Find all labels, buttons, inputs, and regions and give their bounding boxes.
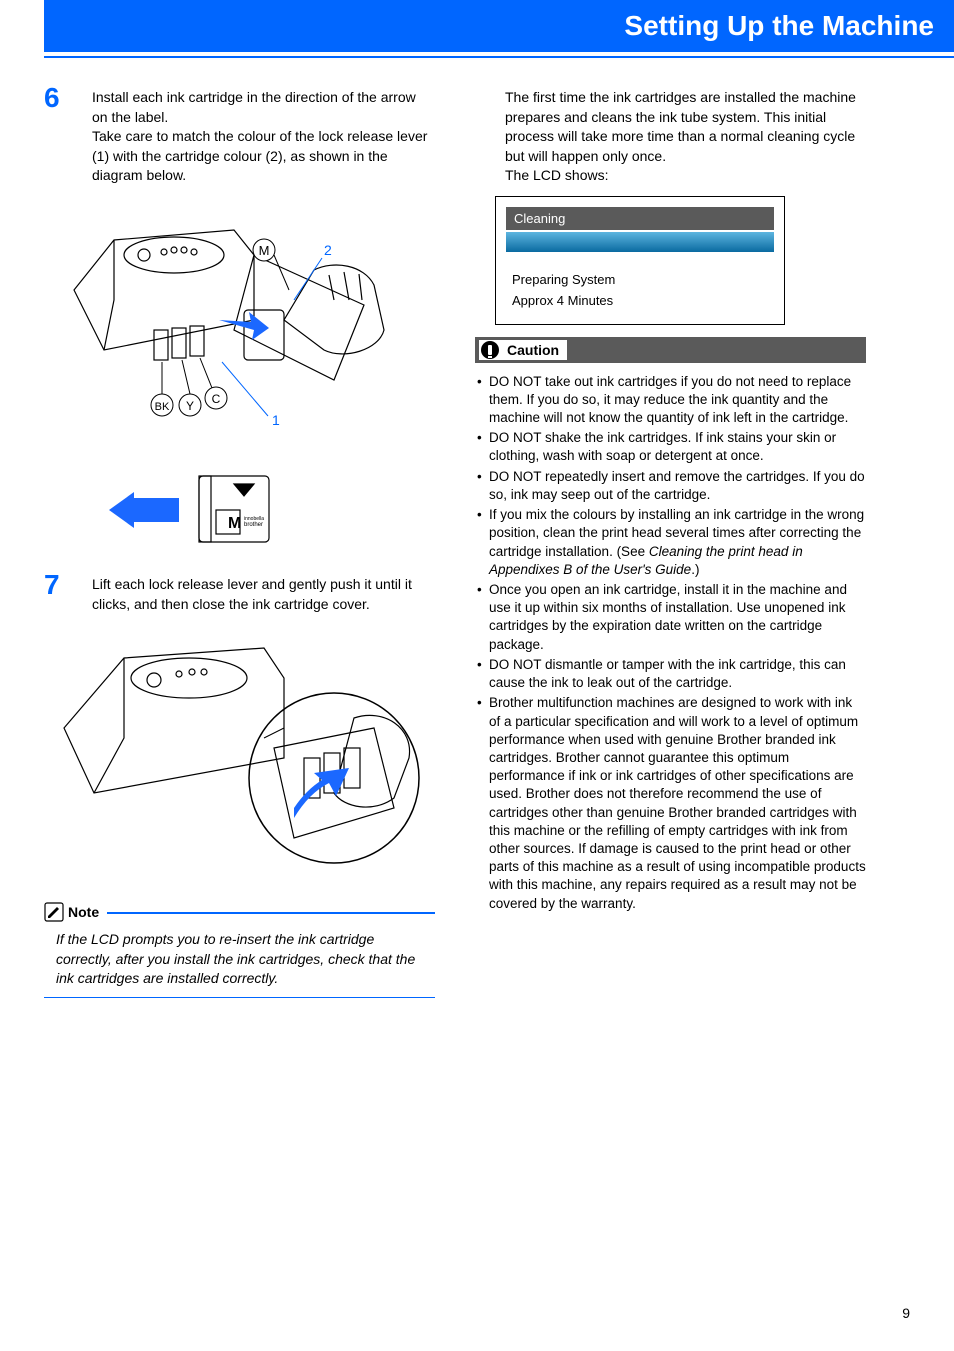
step-7-text: Lift each lock release lever and gently … bbox=[92, 575, 435, 614]
content-columns: 6 Install each ink cartridge in the dire… bbox=[0, 88, 954, 1010]
page-number: 9 bbox=[902, 1305, 910, 1321]
cartridge-innobella: innobella bbox=[244, 516, 264, 522]
note-label: Note bbox=[68, 904, 107, 920]
cartridge-m-label: M bbox=[228, 515, 241, 532]
note-top-rule bbox=[107, 912, 435, 914]
step-6: 6 Install each ink cartridge in the dire… bbox=[44, 88, 435, 186]
callout-c: C bbox=[212, 392, 221, 406]
callout-1: 1 bbox=[272, 412, 280, 428]
caution-item: DO NOT repeatedly insert and remove the … bbox=[475, 468, 866, 504]
lcd-line1: Preparing System bbox=[512, 270, 774, 291]
diagram-cartridge-arrow: M brother innobella bbox=[104, 464, 435, 557]
caution-list: DO NOT take out ink cartridges if you do… bbox=[475, 373, 866, 913]
diagram-cartridge-install: M 2 BK Y C 1 bbox=[54, 200, 435, 450]
caution-item: Brother multifunction machines are desig… bbox=[475, 694, 866, 913]
caution-label: Caution bbox=[507, 342, 559, 358]
note-bottom-rule bbox=[44, 997, 435, 999]
lcd-title-bar: Cleaning bbox=[506, 207, 774, 230]
caution-item: Once you open an ink cartridge, install … bbox=[475, 581, 866, 654]
caution-item: DO NOT dismantle or tamper with the ink … bbox=[475, 656, 866, 692]
lcd-body: Preparing System Approx 4 Minutes bbox=[506, 270, 774, 312]
callout-bk: BK bbox=[155, 401, 170, 413]
note-box: Note If the LCD prompts you to re-insert… bbox=[44, 902, 435, 998]
callout-2: 2 bbox=[324, 242, 332, 258]
caution-header: Caution bbox=[475, 337, 866, 363]
step-number: 7 bbox=[44, 571, 92, 614]
callout-y: Y bbox=[186, 399, 194, 413]
caution-item: DO NOT take out ink cartridges if you do… bbox=[475, 373, 866, 428]
note-body: If the LCD prompts you to re-insert the … bbox=[44, 922, 435, 997]
step-6-text: Install each ink cartridge in the direct… bbox=[92, 88, 435, 186]
note-header: Note bbox=[44, 902, 435, 922]
lcd-display: Cleaning Preparing System Approx 4 Minut… bbox=[495, 196, 785, 325]
left-column: 6 Install each ink cartridge in the dire… bbox=[0, 88, 455, 1010]
page-title: Setting Up the Machine bbox=[624, 10, 934, 42]
pencil-note-icon bbox=[44, 902, 64, 922]
intro-text: The first time the ink cartridges are in… bbox=[475, 88, 866, 186]
lcd-line2: Approx 4 Minutes bbox=[512, 291, 774, 312]
page-header: Setting Up the Machine bbox=[44, 0, 954, 52]
header-underline bbox=[44, 56, 954, 58]
diagram-close-cover bbox=[54, 628, 435, 888]
step-7: 7 Lift each lock release lever and gentl… bbox=[44, 575, 435, 614]
lcd-progress-bar bbox=[506, 232, 774, 252]
callout-m: M bbox=[259, 243, 270, 258]
caution-item: If you mix the colours by installing an … bbox=[475, 506, 866, 579]
caution-item: DO NOT shake the ink cartridges. If ink … bbox=[475, 429, 866, 465]
step-number: 6 bbox=[44, 84, 92, 186]
cartridge-brand-small: brother bbox=[244, 522, 263, 528]
right-column: The first time the ink cartridges are in… bbox=[455, 88, 910, 1010]
caution-icon bbox=[481, 341, 499, 359]
